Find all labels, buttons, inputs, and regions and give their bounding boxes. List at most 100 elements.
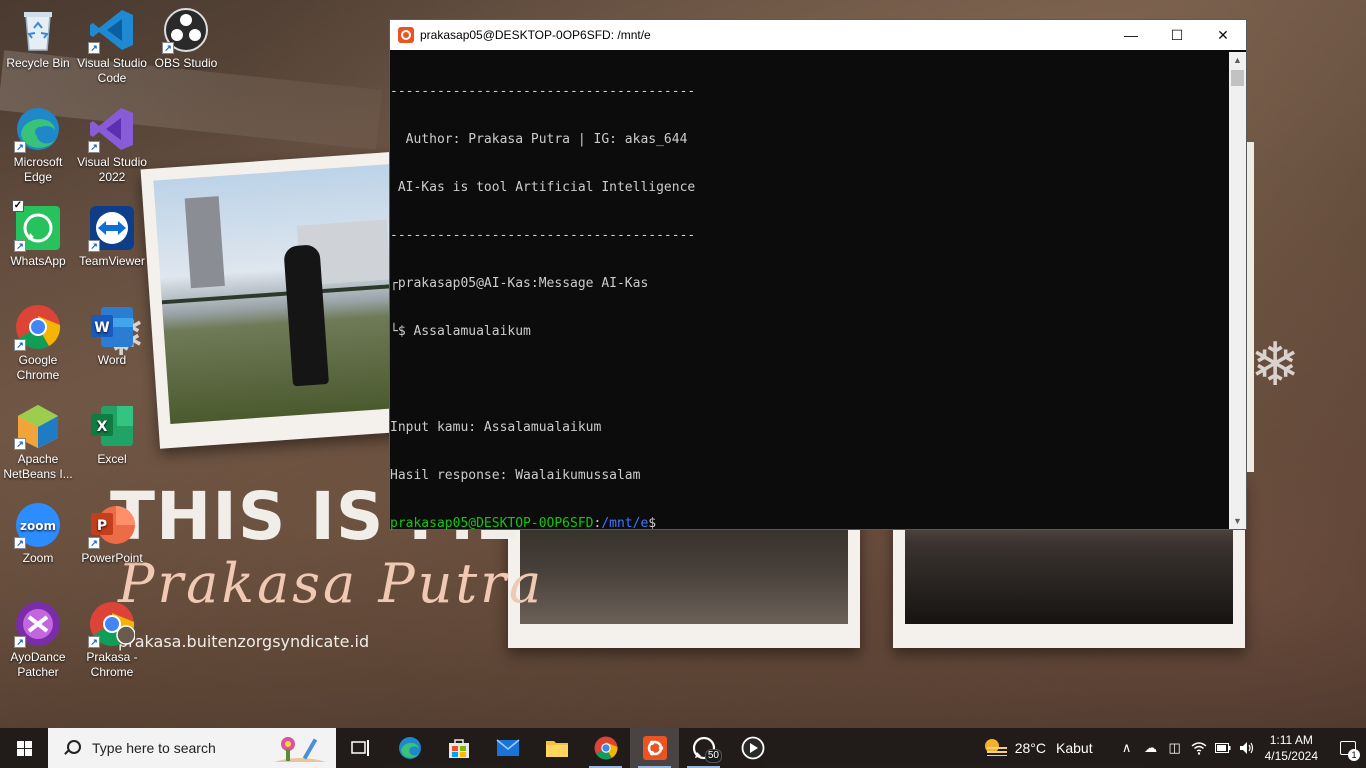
maximize-button[interactable]: ☐	[1154, 20, 1200, 50]
ubuntu-icon	[642, 736, 667, 760]
desktop-icon-zoom[interactable]: zoom ↗ Zoom	[0, 501, 76, 566]
terminal-window[interactable]: prakasap05@DESKTOP-0OP6SFD: /mnt/e — ☐ ✕…	[389, 19, 1247, 531]
notification-count: 1	[1348, 749, 1360, 761]
desktop-icon-label: TeamViewer	[79, 254, 145, 268]
desktop-icon-label: AyoDance Patcher	[10, 650, 66, 679]
terminal-author-line: Author: Prakasa Putra | IG: akas_644	[390, 132, 688, 147]
desktop-icon-ayodance[interactable]: ↗ AyoDance Patcher	[0, 600, 76, 680]
weather-fog-icon	[984, 739, 1007, 757]
vscode-icon: ↗	[88, 6, 136, 54]
windows-logo-icon	[16, 740, 32, 756]
prompt-box-corner: └	[390, 324, 398, 339]
visual-studio-icon: ↗	[88, 105, 136, 153]
whatsapp-icon: ✓ ↗	[12, 200, 62, 252]
terminal-separator: ---------------------------------------	[390, 228, 696, 243]
desktop-icon-label: PowerPoint	[81, 551, 143, 565]
terminal-input-echo: Input kamu: Assalamualaikum	[390, 420, 602, 435]
weather-condition: Kabut	[1056, 740, 1093, 756]
taskbar-store[interactable]	[434, 728, 483, 768]
edge-icon	[398, 737, 421, 759]
taskbar-whatsapp[interactable]: 50	[679, 728, 728, 768]
chrome-icon: ↗	[14, 303, 62, 351]
terminal-prompt-input: └$ Assalamualaikum	[390, 324, 1230, 340]
window-title: prakasap05@DESKTOP-0OP6SFD: /mnt/e	[420, 28, 651, 42]
taskbar-ubuntu[interactable]	[630, 728, 679, 768]
desktop-icon-netbeans[interactable]: ↗ Apache NetBeans I...	[0, 402, 76, 482]
taskbar-mail[interactable]	[483, 728, 532, 768]
terminal-separator: ---------------------------------------	[390, 84, 696, 99]
svg-text:zoom: zoom	[20, 519, 56, 533]
scroll-up-arrow-icon[interactable]: ▲	[1229, 52, 1246, 68]
search-icon	[64, 740, 81, 756]
taskbar-search-box[interactable]: Type here to search	[48, 728, 336, 768]
desktop-icon-obs[interactable]: ↗ OBS Studio	[148, 6, 224, 71]
svg-text:X: X	[97, 419, 108, 435]
desktop-icon-label: Excel	[97, 452, 127, 466]
onedrive-cloud-icon[interactable]: ☁	[1139, 728, 1163, 768]
taskbar: Type here to search 50 28°C Kabut ∧ ☁ ◫ …	[0, 728, 1366, 768]
wallpaper-photo-1	[140, 151, 422, 449]
terminal-scrollbar[interactable]: ▲ ▼	[1229, 52, 1246, 529]
desktop-icon-edge[interactable]: ↗ Microsoft Edge	[0, 105, 76, 185]
desktop-icon-label: Visual Studio 2022	[77, 155, 147, 184]
taskbar-clock[interactable]: 1:11 AM 4/15/2024	[1265, 732, 1318, 764]
desktop-icon-label: Microsoft Edge	[13, 155, 63, 184]
chrome-icon	[594, 736, 618, 760]
show-hidden-icons-chevron-icon[interactable]: ∧	[1115, 728, 1139, 768]
task-view-icon	[350, 740, 369, 756]
wifi-icon[interactable]	[1187, 728, 1211, 768]
teamviewer-icon: ↗	[88, 204, 136, 252]
taskbar-media-player[interactable]	[728, 728, 777, 768]
taskbar-file-explorer[interactable]	[532, 728, 581, 768]
desktop-icon-label: Recycle Bin	[6, 56, 70, 70]
window-controls: — ☐ ✕	[1108, 20, 1246, 50]
mail-icon	[496, 739, 519, 756]
word-icon: W	[88, 303, 136, 351]
terminal-output[interactable]: --------------------------------------- …	[390, 52, 1230, 531]
clock-date: 4/15/2024	[1264, 749, 1318, 763]
play-icon	[741, 736, 764, 760]
desktop-icon-chrome[interactable]: ↗ Google Chrome	[0, 303, 76, 383]
taskbar-chrome[interactable]	[581, 728, 630, 768]
desktop-icon-prakasa-chrome[interactable]: ↗ Prakasa - Chrome	[74, 600, 150, 680]
desktop-icon-teamviewer[interactable]: ↗ TeamViewer	[74, 204, 150, 269]
obs-icon: ↗	[162, 6, 210, 54]
folder-icon	[545, 741, 568, 757]
meet-now-icon[interactable]: ◫	[1163, 728, 1187, 768]
weather-widget[interactable]: 28°C Kabut	[984, 739, 1093, 757]
scrollbar-thumb[interactable]	[1231, 70, 1244, 86]
desktop-icon-recycle-bin[interactable]: Recycle Bin	[0, 6, 76, 71]
prompt-box-corner: ┌	[390, 276, 398, 291]
taskbar-task-view[interactable]	[336, 728, 385, 768]
desktop-icon-label: Prakasa - Chrome	[86, 650, 138, 679]
volume-icon[interactable]	[1235, 728, 1259, 768]
minimize-button[interactable]: —	[1108, 20, 1154, 50]
desktop-icon-label: Google Chrome	[16, 353, 60, 382]
scroll-down-arrow-icon[interactable]: ▼	[1229, 513, 1246, 529]
system-tray: 28°C Kabut ∧ ☁ ◫ 1:11 AM 4/15/2024 1	[984, 728, 1366, 768]
ubuntu-icon	[398, 27, 414, 43]
desktop-icon-label: Visual Studio Code	[77, 56, 147, 85]
taskbar-edge[interactable]	[385, 728, 434, 768]
desktop-icon-whatsapp[interactable]: ✓ ↗ WhatsApp	[0, 200, 76, 269]
chrome-profile-icon: ↗	[88, 600, 136, 648]
shell-user-host: prakasap05@DESKTOP-0OP6SFD	[390, 516, 594, 531]
desktop-icon-excel[interactable]: X Excel	[74, 402, 150, 467]
desktop-icon-word[interactable]: W Word	[74, 303, 150, 368]
desktop-icon-label: Word	[97, 353, 127, 367]
terminal-shell-prompt[interactable]: prakasap05@DESKTOP-0OP6SFD:/mnt/e$	[390, 516, 1230, 532]
start-button[interactable]	[0, 728, 48, 768]
shell-dollar: $	[648, 516, 657, 531]
terminal-tagline: AI-Kas is tool Artificial Intelligence	[390, 180, 696, 195]
desktop-icon-vscode[interactable]: ↗ Visual Studio Code	[74, 6, 150, 86]
notification-center-button[interactable]: 1	[1330, 728, 1366, 768]
desktop-icon-visual-studio[interactable]: ↗ Visual Studio 2022	[74, 105, 150, 185]
battery-icon[interactable]	[1211, 728, 1235, 768]
window-titlebar[interactable]: prakasap05@DESKTOP-0OP6SFD: /mnt/e — ☐ ✕	[390, 20, 1246, 50]
desktop-icon-powerpoint[interactable]: P ↗ PowerPoint	[74, 501, 150, 566]
close-button[interactable]: ✕	[1200, 20, 1246, 50]
svg-text:P: P	[97, 518, 107, 534]
ayodance-icon: ↗	[14, 600, 62, 648]
excel-icon: X	[88, 402, 136, 450]
